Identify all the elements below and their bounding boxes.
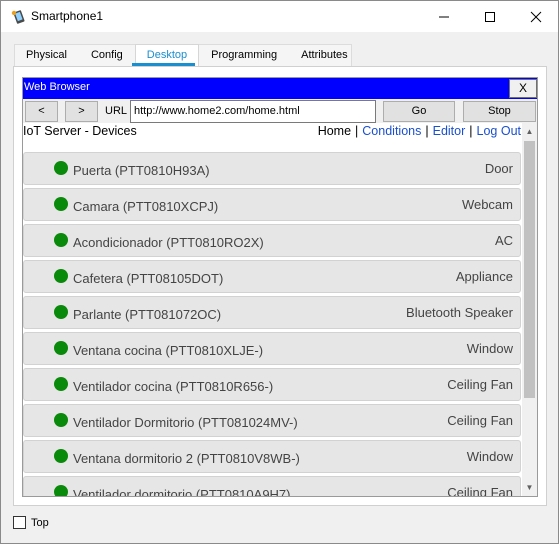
device-row[interactable]: Parlante (PTT081072OC) Bluetooth Speaker — [23, 296, 521, 329]
tab-config[interactable]: Config — [79, 44, 135, 66]
device-name: Camara (PTT0810XCPJ) — [73, 199, 219, 214]
status-online-icon — [54, 413, 68, 427]
home-link[interactable]: Home — [318, 124, 351, 138]
editor-link[interactable]: Editor — [433, 124, 466, 138]
link-separator: | — [425, 124, 429, 138]
tab-physical[interactable]: Physical — [14, 44, 79, 66]
top-checkbox[interactable] — [13, 516, 26, 529]
device-row[interactable]: Ventilador cocina (PTT0810R656-) Ceiling… — [23, 368, 521, 401]
conditions-link[interactable]: Conditions — [362, 124, 421, 138]
device-type: Window — [466, 449, 513, 464]
device-name: Ventilador Dormitorio (PTT081024MV-) — [73, 415, 298, 430]
app-window: Smartphone1 Physical Config Desktop Prog… — [0, 0, 559, 544]
device-type: AC — [494, 233, 513, 248]
page-title: IoT Server - Devices — [23, 124, 137, 138]
tab-programming[interactable]: Programming — [199, 44, 289, 66]
device-type: Ceiling Fan — [447, 485, 513, 496]
back-button[interactable]: < — [25, 101, 58, 122]
status-online-icon — [54, 269, 68, 283]
device-name: Parlante (PTT081072OC) — [73, 307, 222, 322]
web-page: IoT Server - Devices Home | Conditions | Edi… — [23, 123, 537, 496]
browser-title-bar: Web Browser — [23, 78, 537, 99]
device-type: Door — [484, 161, 513, 176]
status-online-icon — [54, 341, 68, 355]
phone-icon — [10, 9, 26, 25]
minimize-icon — [438, 16, 449, 17]
device-type: Ceiling Fan — [447, 413, 513, 428]
page-nav-links: Home | Conditions | Editor | Log Out — [318, 124, 521, 138]
device-row[interactable]: Ventana dormitorio 2 (PTT0810V8WB-) Wind… — [23, 440, 521, 473]
link-separator: | — [355, 124, 359, 138]
device-name: Ventilador dormitorio (PTT0810A9H7) — [73, 487, 291, 496]
device-row[interactable]: Ventilador dormitorio (PTT0810A9H7) Ceil… — [23, 476, 521, 496]
status-online-icon — [54, 305, 68, 319]
title-bar[interactable]: Smartphone1 — [1, 1, 558, 32]
minimize-button[interactable] — [421, 1, 466, 32]
scroll-thumb[interactable] — [524, 141, 535, 398]
device-name: Cafetera (PTT08105DOT) — [73, 271, 224, 286]
status-online-icon — [54, 161, 68, 175]
window-title: Smartphone1 — [31, 9, 104, 23]
device-name: Ventana dormitorio 2 (PTT0810V8WB-) — [73, 451, 300, 466]
status-online-icon — [54, 233, 68, 247]
browser-close-button[interactable]: X — [509, 79, 537, 98]
device-name: Ventana cocina (PTT0810XLJE-) — [73, 343, 264, 358]
top-checkbox-label: Top — [31, 517, 49, 529]
status-online-icon — [54, 377, 68, 391]
stop-button[interactable]: Stop — [463, 101, 536, 122]
device-type: Webcam — [461, 197, 513, 212]
scroll-up-icon[interactable]: ▲ — [522, 123, 537, 140]
link-separator: | — [469, 124, 473, 138]
close-icon — [530, 11, 541, 22]
go-button[interactable]: Go — [383, 101, 455, 122]
device-row[interactable]: Cafetera (PTT08105DOT) Appliance — [23, 260, 521, 293]
device-name: Acondicionador (PTT0810RO2X) — [73, 235, 264, 250]
device-row[interactable]: Ventana cocina (PTT0810XLJE-) Window — [23, 332, 521, 365]
device-row[interactable]: Puerta (PTT0810H93A) Door — [23, 152, 521, 185]
device-row[interactable]: Camara (PTT0810XCPJ) Webcam — [23, 188, 521, 221]
maximize-button[interactable] — [467, 1, 512, 32]
maximize-icon — [484, 11, 495, 22]
logout-link[interactable]: Log Out — [477, 124, 521, 138]
url-input[interactable]: http://www.home2.com/home.html — [130, 100, 376, 123]
status-online-icon — [54, 485, 68, 496]
device-name: Puerta (PTT0810H93A) — [73, 163, 210, 178]
status-online-icon — [54, 449, 68, 463]
status-online-icon — [54, 197, 68, 211]
scroll-down-icon[interactable]: ▼ — [522, 479, 537, 496]
device-name: Ventilador cocina (PTT0810R656-) — [73, 379, 274, 394]
close-window-button[interactable] — [513, 1, 558, 32]
tab-attributes[interactable]: Attributes — [289, 44, 359, 66]
device-type: Ceiling Fan — [447, 377, 513, 392]
browser-title: Web Browser — [24, 81, 90, 93]
device-type: Bluetooth Speaker — [406, 305, 513, 320]
device-type: Appliance — [455, 269, 513, 284]
device-row[interactable]: Acondicionador (PTT0810RO2X) AC — [23, 224, 521, 257]
device-row[interactable]: Ventilador Dormitorio (PTT081024MV-) Cei… — [23, 404, 521, 437]
url-label: URL — [105, 105, 128, 117]
device-type: Window — [466, 341, 513, 356]
forward-button[interactable]: > — [65, 101, 98, 122]
